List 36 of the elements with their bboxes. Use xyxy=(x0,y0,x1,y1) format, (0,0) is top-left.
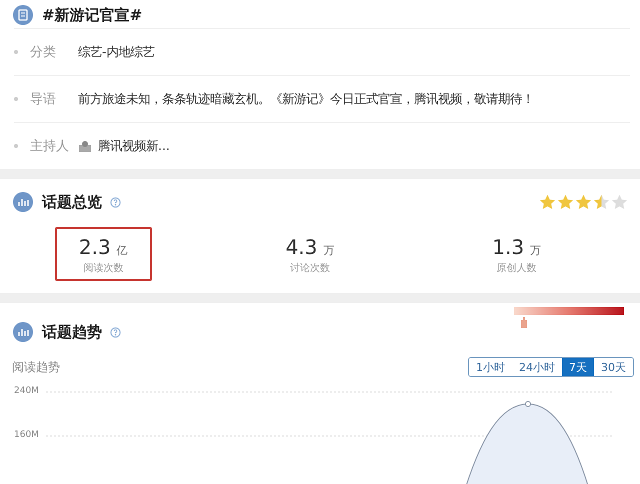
field-value: 前方旅途未知，条条轨迹暗藏玄机。《新游记》今日正式官宣，腾讯视频，敬请期待！ xyxy=(78,90,534,108)
bullet-icon xyxy=(14,144,18,148)
chart-subtitle: 阅读趋势 xyxy=(12,358,60,376)
stat-unit: 万 xyxy=(530,244,542,257)
star-icon xyxy=(575,194,592,210)
star-icon xyxy=(611,194,628,210)
stat-number: 4.3 xyxy=(286,235,318,259)
field-value: 综艺-内地综艺 xyxy=(78,44,154,60)
stat-label: 阅读次数 xyxy=(83,262,124,275)
star-icon xyxy=(557,194,574,210)
field-label: 主持人 xyxy=(30,138,70,155)
field-label: 导语 xyxy=(30,91,57,108)
host-name[interactable]: 腾讯视频新... xyxy=(98,138,170,154)
stat-unit: 万 xyxy=(323,244,334,257)
section-title: 话题趋势 xyxy=(42,322,102,342)
help-icon[interactable] xyxy=(110,196,121,208)
time-range-tab[interactable]: 7天 xyxy=(562,358,594,376)
stat-number: 2.3 xyxy=(78,235,111,259)
chart-icon xyxy=(12,321,34,343)
stat-unit: 亿 xyxy=(116,244,128,257)
field-label: 分类 xyxy=(30,44,57,61)
help-icon[interactable] xyxy=(110,326,121,338)
list-icon xyxy=(12,4,34,26)
stat-number: 1.3 xyxy=(492,235,524,259)
y-axis-label: 160M xyxy=(14,430,39,440)
stat-label: 原创人数 xyxy=(496,262,537,275)
star-icon xyxy=(593,194,610,210)
section-title: 话题总览 xyxy=(42,192,102,212)
star-icon xyxy=(539,194,556,210)
y-axis-label: 240M xyxy=(14,386,39,396)
topic-title: #新游记官宣# xyxy=(42,6,142,24)
stat-label: 讨论次数 xyxy=(290,262,330,275)
bullet-icon xyxy=(14,97,18,101)
avatar-icon xyxy=(78,140,92,152)
bullet-icon xyxy=(14,50,18,54)
chart-icon xyxy=(12,191,34,213)
